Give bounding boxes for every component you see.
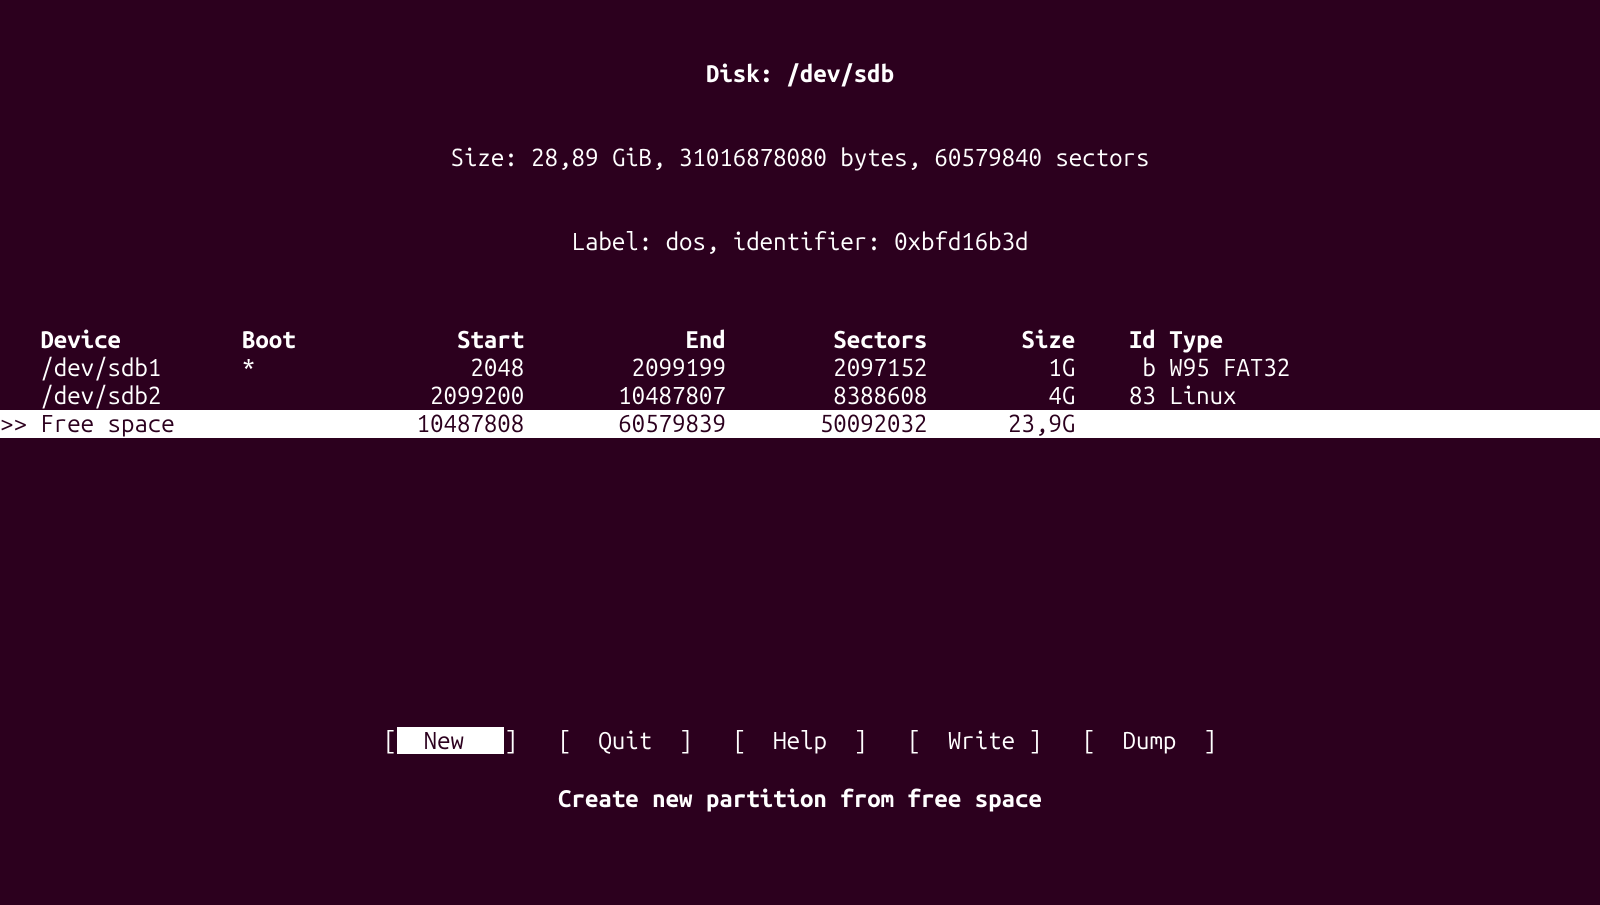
action-menu[interactable]: [ New ] [ Quit ] [ Help ] [ Write ] [ Du… — [0, 727, 1600, 755]
hint-line: Create new partition from free space — [0, 785, 1600, 813]
disk-title-line: Disk: /dev/sdb — [0, 60, 1600, 88]
disk-label-line: Label: dos, identifier: 0xbfd16b3d — [0, 228, 1600, 256]
menu-item-quit[interactable]: [ Quit ] — [558, 727, 692, 754]
menu-item-write[interactable]: [ Write ] — [908, 727, 1042, 754]
disk-header: Disk: /dev/sdb Size: 28,89 GiB, 31016878… — [0, 0, 1600, 312]
cfdisk-screen: Disk: /dev/sdb Size: 28,89 GiB, 31016878… — [0, 0, 1600, 905]
menu-item-help[interactable]: [ Help ] — [733, 727, 867, 754]
table-row[interactable]: >> Free space 10487808 60579839 50092032… — [0, 410, 1600, 438]
partition-table[interactable]: Device Boot Start End Sectors Size Id Ty… — [0, 326, 1600, 438]
menu-item-new[interactable]: [ New ] — [383, 727, 517, 754]
menu-item-dump[interactable]: [ Dump ] — [1082, 727, 1216, 754]
table-row[interactable]: /dev/sdb2 2099200 10487807 8388608 4G 83… — [0, 382, 1600, 410]
disk-size-line: Size: 28,89 GiB, 31016878080 bytes, 6057… — [0, 144, 1600, 172]
table-header: Device Boot Start End Sectors Size Id Ty… — [0, 326, 1600, 354]
table-row[interactable]: /dev/sdb1 * 2048 2099199 2097152 1G b W9… — [0, 354, 1600, 382]
